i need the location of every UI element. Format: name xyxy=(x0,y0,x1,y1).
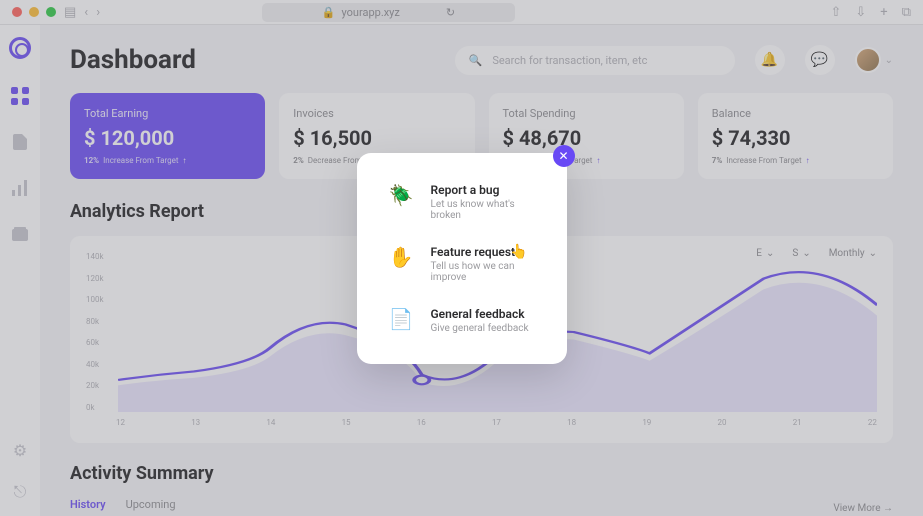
bug-icon: 🪲 xyxy=(389,183,415,209)
feedback-modal: ✕ 🪲 Report a bug Let us know what's brok… xyxy=(357,153,567,364)
hand-plus-icon: ✋ xyxy=(389,245,415,271)
general-feedback-option[interactable]: 📄 General feedback Give general feedback xyxy=(389,307,535,334)
report-bug-option[interactable]: 🪲 Report a bug Let us know what's broken xyxy=(389,183,535,221)
option-title: Report a bug xyxy=(431,183,535,197)
document-icon: 📄 xyxy=(389,307,415,333)
modal-overlay[interactable]: ✕ 🪲 Report a bug Let us know what's brok… xyxy=(0,0,923,516)
option-title: General feedback xyxy=(431,307,529,321)
option-subtitle: Give general feedback xyxy=(431,323,529,334)
option-subtitle: Let us know what's broken xyxy=(431,199,535,221)
cursor-icon: 👆 xyxy=(510,244,527,260)
option-subtitle: Tell us how we can improve xyxy=(431,261,535,283)
close-modal-button[interactable]: ✕ xyxy=(553,145,575,167)
